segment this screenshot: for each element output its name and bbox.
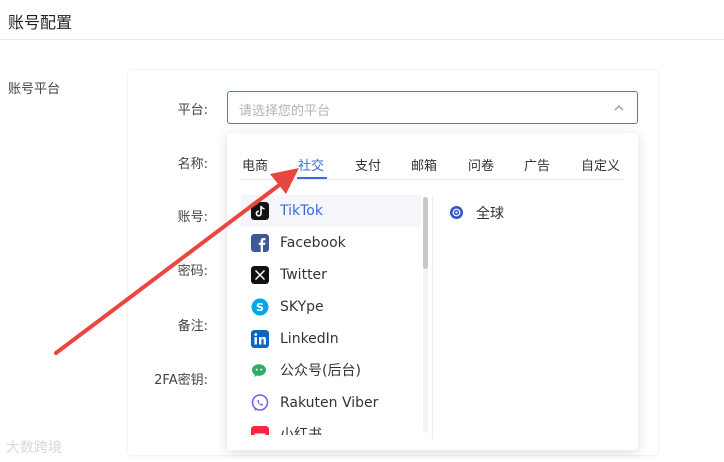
list-item-label: TikTok — [280, 203, 323, 219]
list-scroll-thumb[interactable] — [423, 197, 428, 269]
globe-icon — [450, 206, 463, 219]
label-password: 密码: — [177, 264, 208, 279]
watermark: 大数跨境 — [6, 440, 62, 456]
linkedin-icon — [251, 330, 269, 348]
twitter-x-icon — [251, 266, 269, 284]
svg-text:S: S — [256, 301, 264, 314]
list-item-label: 公众号(后台) — [280, 363, 361, 379]
platform-select[interactable]: 请选择您的平台 — [227, 91, 638, 124]
label-name: 名称: — [177, 157, 208, 172]
list-item-twitter[interactable]: Twitter — [241, 259, 421, 291]
list-item-xiaohongshu[interactable]: 小红书 — [241, 419, 421, 435]
list-item-label: Twitter — [280, 267, 327, 283]
list-item-skype[interactable]: S SKYpe — [241, 291, 421, 323]
label-account: 账号: — [177, 210, 208, 225]
label-platform: 平台: — [177, 103, 208, 118]
chevron-up-icon[interactable] — [613, 102, 625, 114]
tab-social[interactable]: 社交 — [298, 155, 324, 174]
list-scrollbar[interactable] — [423, 197, 428, 433]
list-item-label: 小红书 — [280, 427, 322, 435]
tab-email[interactable]: 邮箱 — [411, 155, 437, 174]
tabs-divider — [241, 179, 623, 180]
tab-payment[interactable]: 支付 — [355, 155, 381, 174]
platform-select-placeholder: 请选择您的平台 — [239, 104, 331, 119]
title-divider — [0, 39, 724, 40]
label-remark: 备注: — [177, 319, 208, 334]
list-item-viber[interactable]: Rakuten Viber — [241, 387, 421, 419]
section-label: 账号平台 — [8, 82, 61, 97]
tab-ecommerce[interactable]: 电商 — [242, 155, 268, 174]
tiktok-icon — [251, 202, 269, 220]
facebook-icon — [251, 234, 269, 252]
region-label: 全球 — [476, 206, 504, 222]
tab-survey[interactable]: 问卷 — [468, 155, 494, 174]
list-item-tiktok[interactable]: TikTok — [241, 195, 421, 227]
tab-ads[interactable]: 广告 — [524, 155, 550, 174]
tab-custom[interactable]: 自定义 — [581, 155, 620, 174]
list-item-facebook[interactable]: Facebook — [241, 227, 421, 259]
list-item-wechat-official[interactable]: 公众号(后台) — [241, 355, 421, 387]
platform-dropdown: 电商 社交 支付 邮箱 问卷 广告 自定义 TikTok Facebook Tw… — [227, 133, 638, 450]
list-item-linkedin[interactable]: LinkedIn — [241, 323, 421, 355]
list-item-label: Rakuten Viber — [280, 395, 379, 411]
list-item-label: Facebook — [280, 235, 346, 251]
skype-icon: S — [251, 298, 269, 316]
xiaohongshu-icon — [251, 426, 269, 435]
platform-list: TikTok Facebook Twitter S SKYpe LinkedIn… — [241, 195, 431, 435]
viber-icon — [251, 394, 269, 411]
page-title: 账号配置 — [8, 13, 73, 32]
list-divider — [432, 195, 433, 439]
list-item-label: LinkedIn — [280, 331, 339, 347]
label-2fa-key: 2FA密钥: — [154, 373, 208, 388]
wechat-icon — [252, 364, 266, 377]
list-item-label: SKYpe — [280, 299, 324, 315]
